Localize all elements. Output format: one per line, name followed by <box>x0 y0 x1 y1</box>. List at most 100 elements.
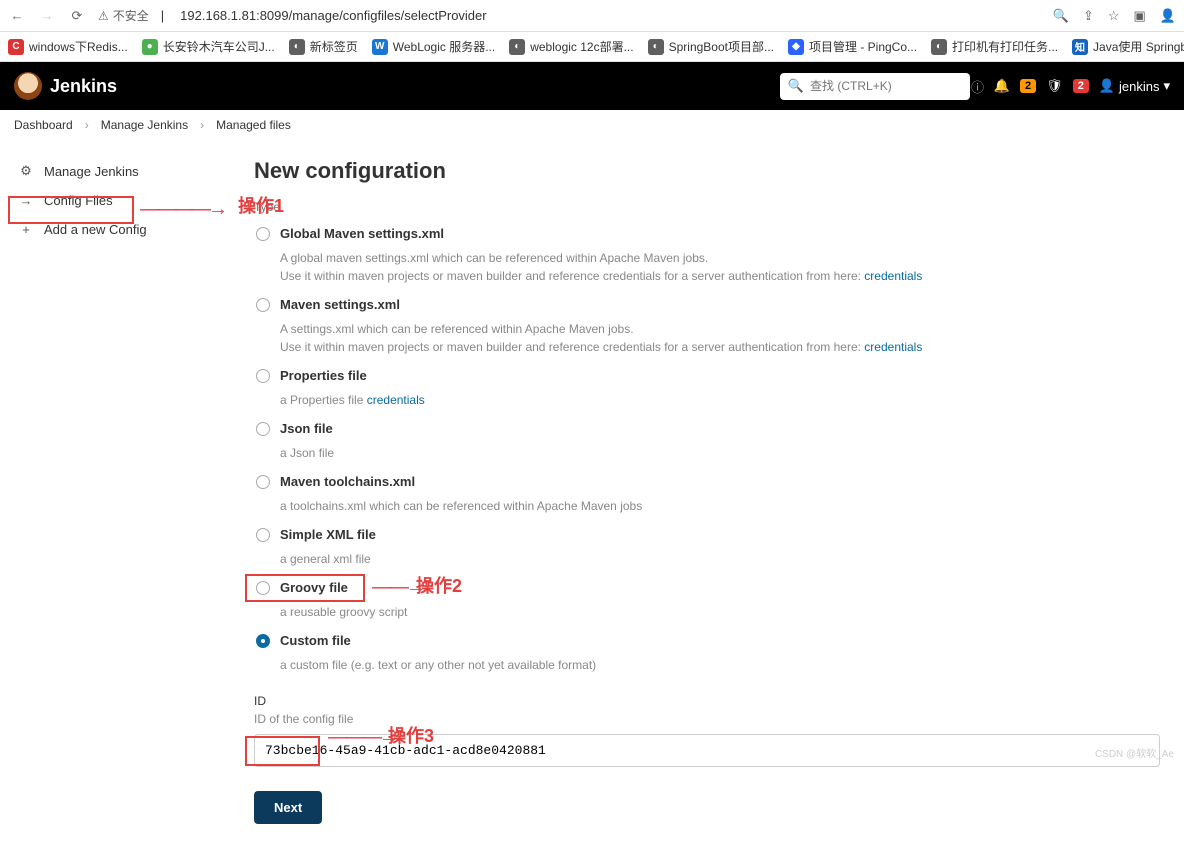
id-desc: ID of the config file <box>254 712 1160 726</box>
bookmark-icon: ● <box>142 39 158 55</box>
bookmark-star-icon[interactable]: ☆ <box>1108 8 1120 24</box>
reload-button[interactable]: ⟳ <box>68 7 86 25</box>
chevron-down-icon: ▾ <box>1163 78 1170 94</box>
option-label: Global Maven settings.xml <box>280 226 444 241</box>
sidebar-label: Add a new Config <box>44 222 147 237</box>
breadcrumb-link[interactable]: Managed files <box>216 118 291 132</box>
security-badge[interactable]: 2 <box>1073 79 1089 93</box>
bell-icon[interactable]: 🔔 <box>994 78 1010 94</box>
bookmark-icon: 知 <box>1072 39 1088 55</box>
type-label: Type <box>254 200 1160 214</box>
bookmark-item[interactable]: ◐ 打印机有打印任务... <box>931 38 1058 55</box>
notification-badge[interactable]: 2 <box>1020 79 1036 93</box>
jenkins-logo[interactable]: Jenkins <box>14 72 117 100</box>
chevron-right-icon: › <box>85 118 89 132</box>
radio-button[interactable] <box>256 227 270 241</box>
breadcrumb: Dashboard › Manage Jenkins › Managed files <box>0 110 1184 140</box>
help-icon[interactable]: ⓘ <box>971 77 984 96</box>
radio-button[interactable] <box>256 634 270 648</box>
bookmark-icon: ◐ <box>289 39 305 55</box>
radio-button[interactable] <box>256 298 270 312</box>
sidebar-item[interactable]: ⚙ Manage Jenkins <box>10 156 220 186</box>
jenkins-mascot-icon <box>14 72 42 100</box>
config-type-option[interactable]: Global Maven settings.xml <box>254 218 1160 249</box>
config-type-option[interactable]: Groovy file <box>254 572 1160 603</box>
chevron-right-icon: › <box>200 118 204 132</box>
search-icon: 🔍 <box>788 78 804 94</box>
breadcrumb-link[interactable]: Manage Jenkins <box>101 118 188 132</box>
option-label: Json file <box>280 421 333 436</box>
bookmark-item[interactable]: ◐weblogic 12c部署... <box>509 38 633 55</box>
option-desc: a toolchains.xml which can be referenced… <box>254 497 1160 515</box>
config-type-option[interactable]: Maven toolchains.xml <box>254 466 1160 497</box>
bookmark-label: 打印机有打印任务... <box>952 38 1058 55</box>
config-type-option[interactable]: Custom file <box>254 625 1160 656</box>
option-label: Custom file <box>280 633 351 648</box>
breadcrumb-link[interactable]: Dashboard <box>14 118 73 132</box>
user-icon: 👤 <box>1099 78 1115 94</box>
main-content: New configuration Type Global Maven sett… <box>230 140 1184 864</box>
sidebar-item[interactable]: +Add a new Config <box>10 215 220 244</box>
bookmark-item[interactable]: Cwindows下Redis... <box>8 38 128 55</box>
bookmarks-bar: Cwindows下Redis... ● 长安铃木汽车公司J... ◐ 新标签页 W WebL… <box>0 32 1184 62</box>
radio-button[interactable] <box>256 369 270 383</box>
id-input[interactable] <box>254 734 1160 767</box>
sidebar-icon: → <box>18 193 34 208</box>
profile-icon[interactable]: 👤 <box>1160 8 1176 24</box>
share-icon[interactable]: ⇪ <box>1083 8 1094 24</box>
bookmark-label: 项目管理 - PingCo... <box>809 38 917 55</box>
radio-button[interactable] <box>256 581 270 595</box>
back-button[interactable]: ← <box>8 7 26 25</box>
sidebar-item[interactable]: →Config Files <box>10 186 220 215</box>
bookmark-icon: ◐ <box>648 39 664 55</box>
search-box[interactable]: 🔍 ⓘ <box>780 73 970 100</box>
bookmark-label: weblogic 12c部署... <box>530 38 633 55</box>
option-desc: a Properties file credentials <box>254 391 1160 409</box>
address-url[interactable]: 192.168.1.81:8099/manage/configfiles/sel… <box>180 8 486 23</box>
config-type-option[interactable]: Simple XML file <box>254 519 1160 550</box>
bookmark-label: WebLogic 服务器... <box>393 38 495 55</box>
option-label: Simple XML file <box>280 527 376 542</box>
credentials-link[interactable]: credentials <box>864 269 922 283</box>
config-type-option[interactable]: Properties file <box>254 360 1160 391</box>
radio-button[interactable] <box>256 475 270 489</box>
credentials-link[interactable]: credentials <box>864 340 922 354</box>
bookmark-icon: W <box>372 39 388 55</box>
next-button[interactable]: Next <box>254 791 322 824</box>
sidebar-icon: ⚙ <box>18 163 34 179</box>
bookmark-item[interactable]: ◆项目管理 - PingCo... <box>788 38 917 55</box>
bookmark-item[interactable]: W WebLogic 服务器... <box>372 38 495 55</box>
bookmark-item[interactable]: ◐ 新标签页 <box>289 38 358 55</box>
bookmark-item[interactable]: ◐SpringBoot项目部... <box>648 38 774 55</box>
radio-button[interactable] <box>256 528 270 542</box>
config-type-option[interactable]: Maven settings.xml <box>254 289 1160 320</box>
search-icon[interactable]: 🔍 <box>1053 8 1069 24</box>
option-label: Properties file <box>280 368 367 383</box>
page-title: New configuration <box>254 158 1160 184</box>
bookmark-label: 长安铃木汽车公司J... <box>163 38 275 55</box>
security-indicator[interactable]: ⚠ 不安全 <box>98 7 149 24</box>
shield-icon[interactable]: 🛡 <box>1046 78 1063 94</box>
user-menu[interactable]: 👤 jenkins ▾ <box>1099 78 1170 94</box>
bookmark-icon: ◐ <box>931 39 947 55</box>
option-desc: a Json file <box>254 444 1160 462</box>
search-input[interactable] <box>810 79 965 93</box>
radio-button[interactable] <box>256 422 270 436</box>
option-label: Maven settings.xml <box>280 297 400 312</box>
sidebar: ⚙ Manage Jenkins →Config Files+Add a new C… <box>0 140 230 864</box>
warning-icon: ⚠ <box>98 9 109 23</box>
bookmark-item[interactable]: ● 长安铃木汽车公司J... <box>142 38 275 55</box>
bookmark-icon: C <box>8 39 24 55</box>
extensions-icon[interactable]: ▣ <box>1134 8 1146 24</box>
option-desc: A global maven settings.xml which can be… <box>254 249 1160 285</box>
browser-nav-bar: ← → ⟳ ⚠ 不安全 | 192.168.1.81:8099/manage/c… <box>0 0 1184 32</box>
option-desc: a general xml file <box>254 550 1160 568</box>
watermark: CSDN @软软_Ae <box>1095 745 1174 760</box>
credentials-link[interactable]: credentials <box>367 393 425 407</box>
config-type-option[interactable]: Json file <box>254 413 1160 444</box>
forward-button[interactable]: → <box>38 7 56 25</box>
bookmark-label: windows下Redis... <box>29 38 128 55</box>
sidebar-label: Manage Jenkins <box>44 164 139 179</box>
bookmark-label: 新标签页 <box>310 38 358 55</box>
bookmark-item[interactable]: 知Java使用 Springbo... <box>1072 38 1184 55</box>
